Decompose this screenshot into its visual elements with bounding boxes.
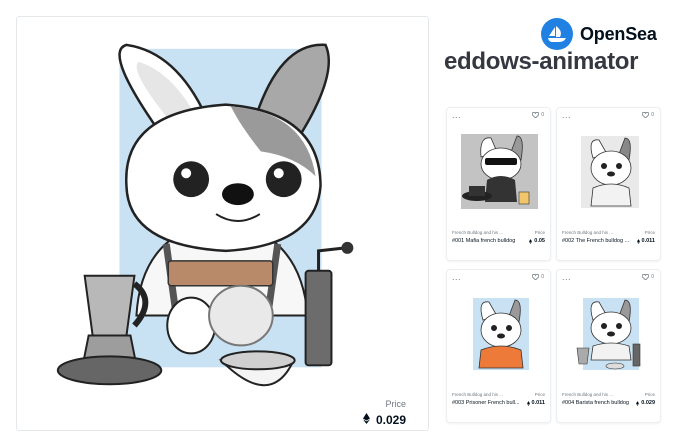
collection-name: French Bulldog and his ... bbox=[452, 392, 504, 397]
favorite-count: 0 bbox=[541, 274, 544, 280]
favorite-button[interactable]: 0 bbox=[532, 274, 544, 280]
nft-thumbnail bbox=[581, 136, 639, 208]
price-label: Price bbox=[534, 392, 545, 397]
nft-name[interactable]: #001 Mafia french bulldog bbox=[452, 238, 515, 244]
favorite-count: 0 bbox=[651, 274, 654, 280]
price-label: Price bbox=[644, 392, 655, 397]
nft-price: 0.011 bbox=[636, 238, 655, 244]
heart-icon bbox=[642, 112, 650, 118]
featured-nft-artwork[interactable] bbox=[17, 17, 428, 430]
favorite-count: 0 bbox=[651, 112, 654, 118]
nft-price: 0.011 bbox=[526, 400, 545, 406]
nft-price-value: 0.011 bbox=[531, 400, 545, 406]
collection-name: French Bulldog and his ... bbox=[562, 392, 614, 397]
collection-name: French Bulldog and his ... bbox=[452, 230, 504, 235]
featured-nft-card[interactable]: Price 0.029 bbox=[16, 16, 429, 431]
price-label: Price bbox=[534, 230, 545, 235]
eth-icon bbox=[636, 238, 640, 244]
nft-card-1[interactable]: ... 0 French Bulldog and his ... Price #… bbox=[446, 107, 551, 261]
favorite-button[interactable]: 0 bbox=[642, 274, 654, 280]
opensea-brand[interactable]: OpenSea bbox=[541, 18, 657, 50]
featured-price-value: 0.029 bbox=[375, 413, 406, 427]
nft-price: 0.05 bbox=[529, 238, 545, 244]
favorite-count: 0 bbox=[541, 112, 544, 118]
more-options-icon[interactable]: ... bbox=[452, 110, 461, 120]
heart-icon bbox=[532, 274, 540, 280]
featured-price-label: Price bbox=[385, 399, 406, 409]
eth-icon bbox=[362, 413, 370, 427]
nft-card-4[interactable]: ... 0 French Bulldog and his ... Price #… bbox=[556, 269, 661, 423]
price-label: Price bbox=[644, 230, 655, 235]
heart-icon bbox=[642, 274, 650, 280]
heart-icon bbox=[532, 112, 540, 118]
more-options-icon[interactable]: ... bbox=[562, 110, 571, 120]
eth-icon bbox=[529, 238, 533, 244]
nft-thumbnail bbox=[461, 134, 538, 209]
favorite-button[interactable]: 0 bbox=[532, 112, 544, 118]
more-options-icon[interactable]: ... bbox=[452, 272, 461, 282]
more-options-icon[interactable]: ... bbox=[562, 272, 571, 282]
nft-price-value: 0.05 bbox=[534, 238, 545, 244]
collection-name: French Bulldog and his ... bbox=[562, 230, 614, 235]
eth-icon bbox=[636, 400, 640, 406]
collection-title: eddows-animator bbox=[444, 48, 639, 75]
nft-price-value: 0.011 bbox=[641, 238, 655, 244]
eth-icon bbox=[526, 400, 530, 406]
brand-name: OpenSea bbox=[580, 23, 657, 44]
favorite-button[interactable]: 0 bbox=[642, 112, 654, 118]
nft-name[interactable]: #003 Prisoner French bull... bbox=[452, 400, 520, 406]
opensea-logo-icon bbox=[541, 18, 573, 50]
nft-price: 0.029 bbox=[636, 400, 655, 406]
nft-thumbnail bbox=[473, 298, 529, 370]
nft-card-3[interactable]: ... 0 French Bulldog and his ... Price #… bbox=[446, 269, 551, 423]
nft-name[interactable]: #004 Barista french bulldog bbox=[562, 400, 629, 406]
nft-thumbnail bbox=[576, 298, 641, 370]
nft-card-2[interactable]: ... 0 French Bulldog and his ... Price #… bbox=[556, 107, 661, 261]
nft-price-value: 0.029 bbox=[641, 400, 655, 406]
nft-name[interactable]: #002 The French bulldog ... bbox=[562, 238, 629, 244]
featured-price: 0.029 bbox=[362, 413, 406, 427]
